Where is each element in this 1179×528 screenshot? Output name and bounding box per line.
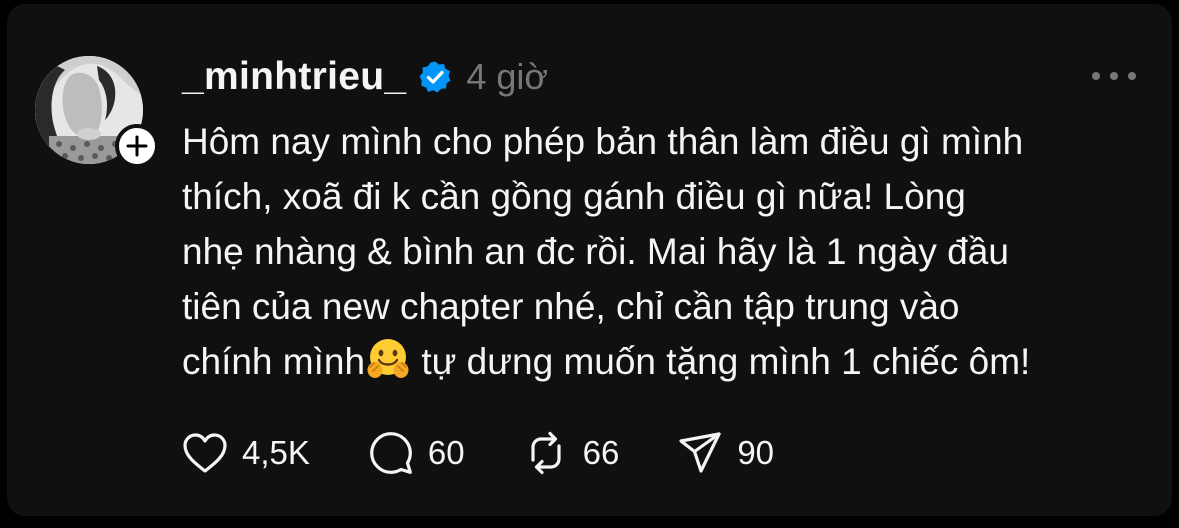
share-button[interactable]: 90 [677,430,774,476]
like-button[interactable]: 4,5K [182,432,310,474]
post-text: Hôm nay mình cho phép bản thân làm điều … [182,114,1157,389]
post-text-line: thích, xoã đi k cần gồng gánh điều gì nữ… [182,176,966,217]
post-header: _minhtrieu_ 4 giờ [182,52,548,102]
username-link[interactable]: _minhtrieu_ [182,55,406,99]
repost-icon [531,431,561,475]
more-icon-dot [1128,72,1136,80]
post-text-line: Hôm nay mình cho phép bản thân làm điều … [182,121,1024,162]
hugging-face-emoji-icon [367,339,409,378]
post-time[interactable]: 4 giờ [466,56,548,98]
more-options-button[interactable] [1092,64,1136,88]
plus-icon [126,135,148,157]
post-text-last-line: chính mình tự dưng muốn tặng mình 1 chiế… [182,334,1157,389]
more-icon-dot [1110,72,1118,80]
action-bar: 4,5K 60 66 90 [182,428,832,478]
comment-icon [369,432,412,474]
follow-button[interactable] [115,124,159,168]
repost-button[interactable]: 66 [523,430,620,476]
heart-icon [183,433,227,473]
post-text-line: nhẹ nhàng & bình an đc rồi. Mai hãy là 1… [182,231,1009,272]
repost-count: 66 [582,434,620,471]
share-icon [679,432,721,473]
post-text-line: tiên của new chapter nhé, chỉ cần tập tr… [182,286,960,327]
like-count: 4,5K [242,434,310,471]
share-count: 90 [737,434,775,471]
avatar-container[interactable] [35,56,159,168]
thread-post: _minhtrieu_ 4 giờ Hôm nay mình cho phép … [7,4,1172,516]
verified-badge-icon [418,60,452,94]
reply-count: 60 [427,434,465,471]
post-text-segment: tự dưng muốn tặng mình 1 chiếc ôm! [411,341,1031,382]
post-text-segment: chính mình [182,341,366,382]
reply-button[interactable]: 60 [368,430,465,476]
more-icon-dot [1092,72,1100,80]
